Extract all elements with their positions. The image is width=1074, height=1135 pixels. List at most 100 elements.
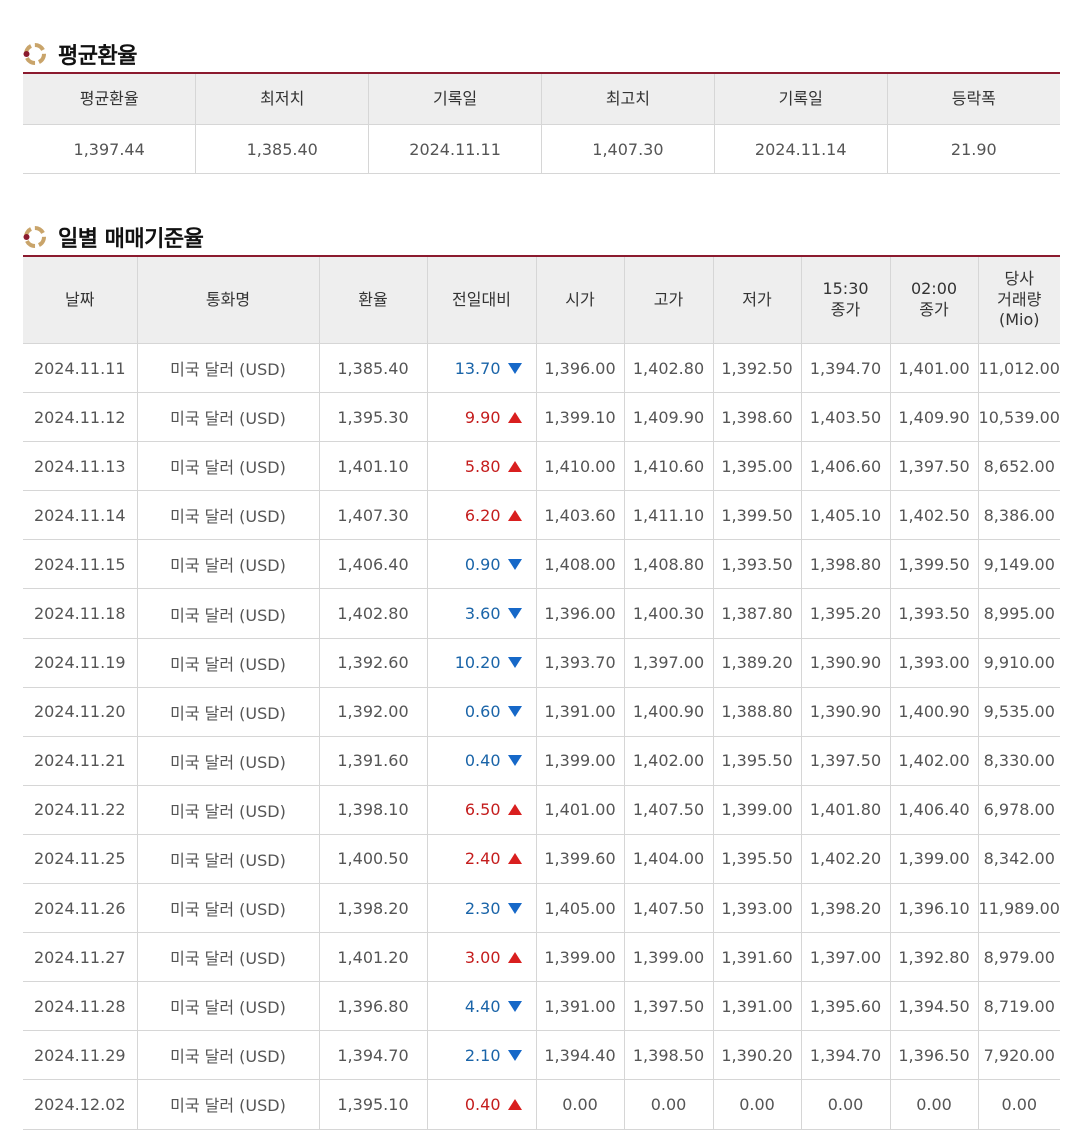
cell-rate: 1,398.10 [319, 785, 428, 835]
cell-currency: 미국 달러 (USD) [137, 785, 320, 835]
change-value: 0.90 [464, 554, 501, 574]
section-bullet-icon [22, 41, 48, 67]
cell-close-1530: 1,395.60 [801, 981, 891, 1032]
cell-close-1530: 1,398.80 [801, 539, 891, 590]
change-value: 4.40 [464, 996, 501, 1016]
cell-rate: 1,395.10 [319, 1079, 428, 1130]
cell-rate: 1,395.30 [319, 392, 428, 443]
cell-change: 0.40 [427, 1079, 537, 1130]
triangle-down-icon [507, 755, 522, 767]
cell-date: 2024.11.13 [23, 441, 138, 492]
cell-open: 1,405.00 [536, 883, 625, 934]
header-volume-line3: (Mio) [998, 310, 1040, 330]
cell-date: 2024.11.18 [23, 588, 138, 639]
cell-close-0200: 1,401.00 [890, 343, 979, 394]
cell-close-1530: 1,405.10 [801, 490, 891, 541]
header-close-1530-time: 15:30 [822, 279, 869, 299]
cell-open: 1,393.70 [536, 638, 625, 688]
cell-currency: 미국 달러 (USD) [137, 736, 320, 786]
header-volume: 당사 거래량 (Mio) [978, 256, 1060, 344]
cell-currency: 미국 달러 (USD) [137, 834, 320, 885]
cell-low: 0.00 [713, 1079, 802, 1130]
avg-rate-table: 평균환율 최저치 기록일 최고치 기록일 등락폭 1,397.44 1,385.… [23, 72, 1060, 174]
cell-low: 1,391.00 [713, 981, 802, 1032]
table-row: 2024.11.25 미국 달러 (USD) 1,400.50 2.40 1,399.6… [23, 834, 1060, 885]
triangle-up-icon [507, 853, 522, 865]
triangle-down-icon [507, 558, 522, 570]
avg-rate-header-row: 평균환율 최저치 기록일 최고치 기록일 등락폭 [23, 73, 1060, 125]
cell-currency: 미국 달러 (USD) [137, 392, 320, 443]
cell-close-0200: 1,400.90 [890, 687, 979, 737]
cell-high: 1,400.30 [624, 588, 714, 639]
cell-close-0200: 1,402.50 [890, 490, 979, 541]
avg-rate-title: 평균환율 [58, 44, 137, 69]
daily-rate-body: 2024.11.11 미국 달러 (USD) 1,385.40 13.70 1,396.… [23, 343, 1060, 1130]
header-close-0200: 02:00 종가 [890, 256, 979, 344]
cell-rate: 1,406.40 [319, 539, 428, 590]
cell-currency: 미국 달러 (USD) [137, 539, 320, 590]
cell-low: 1,391.60 [713, 932, 802, 983]
cell-high: 1,399.00 [624, 932, 714, 983]
table-row: 2024.11.14 미국 달러 (USD) 1,407.30 6.20 1,403.6… [23, 490, 1060, 541]
cell-change: 0.90 [427, 539, 537, 590]
cell-open: 1,399.00 [536, 932, 625, 983]
table-row: 2024.11.11 미국 달러 (USD) 1,385.40 13.70 1,396.… [23, 343, 1060, 394]
avg-rate-value-row: 1,397.44 1,385.40 2024.11.11 1,407.30 20… [23, 124, 1060, 174]
triangle-up-icon [507, 804, 522, 816]
table-row: 2024.11.29 미국 달러 (USD) 1,394.70 2.10 1,394.4… [23, 1030, 1060, 1081]
cell-low: 1,395.00 [713, 441, 802, 492]
cell-change: 0.40 [427, 736, 537, 786]
header-high: 고가 [624, 256, 714, 344]
cell-volume: 9,910.00 [978, 638, 1060, 688]
cell-high: 1,410.60 [624, 441, 714, 492]
cell-open: 1,408.00 [536, 539, 625, 590]
cell-close-0200: 1,402.00 [890, 736, 979, 786]
cell-low: 1,387.80 [713, 588, 802, 639]
cell-volume: 8,652.00 [978, 441, 1060, 492]
cell-currency: 미국 달러 (USD) [137, 343, 320, 394]
triangle-down-icon [507, 706, 522, 718]
cell-change: 10.20 [427, 638, 537, 688]
cell-currency: 미국 달러 (USD) [137, 981, 320, 1032]
min-date-value: 2024.11.11 [368, 124, 542, 174]
header-close-1530-label: 종가 [830, 300, 861, 319]
change-value: 6.50 [464, 800, 501, 820]
cell-change: 2.40 [427, 834, 537, 885]
change-value: 5.80 [464, 456, 501, 476]
header-change: 전일대비 [427, 256, 537, 344]
cell-high: 1,402.80 [624, 343, 714, 394]
cell-currency: 미국 달러 (USD) [137, 588, 320, 639]
change-value: 2.10 [464, 1045, 501, 1065]
cell-high: 1,397.00 [624, 638, 714, 688]
header-low: 저가 [713, 256, 802, 344]
change-value: 0.40 [464, 1094, 501, 1114]
cell-close-0200: 1,399.00 [890, 834, 979, 885]
cell-open: 1,399.00 [536, 736, 625, 786]
cell-rate: 1,401.10 [319, 441, 428, 492]
cell-change: 2.10 [427, 1030, 537, 1081]
cell-change: 3.00 [427, 932, 537, 983]
cell-close-1530: 1,398.20 [801, 883, 891, 934]
cell-change: 6.50 [427, 785, 537, 835]
cell-date: 2024.12.02 [23, 1079, 138, 1130]
cell-volume: 11,989.00 [978, 883, 1060, 934]
cell-close-1530: 1,403.50 [801, 392, 891, 443]
cell-low: 1,395.50 [713, 834, 802, 885]
header-volume-line1: 당사 [1004, 268, 1034, 288]
cell-date: 2024.11.21 [23, 736, 138, 786]
cell-low: 1,398.60 [713, 392, 802, 443]
cell-close-1530: 1,401.80 [801, 785, 891, 835]
cell-date: 2024.11.22 [23, 785, 138, 835]
cell-volume: 9,535.00 [978, 687, 1060, 737]
daily-rate-title: 일별 매매기준율 [58, 227, 204, 252]
cell-close-0200: 1,393.50 [890, 588, 979, 639]
cell-high: 1,402.00 [624, 736, 714, 786]
cell-date: 2024.11.25 [23, 834, 138, 885]
header-currency: 통화명 [137, 256, 320, 344]
cell-high: 1,397.50 [624, 981, 714, 1032]
cell-change: 4.40 [427, 981, 537, 1032]
cell-close-1530: 1,397.50 [801, 736, 891, 786]
change-value: 3.60 [464, 604, 501, 624]
header-close-0200-time: 02:00 [910, 279, 958, 299]
cell-change: 13.70 [427, 343, 537, 394]
